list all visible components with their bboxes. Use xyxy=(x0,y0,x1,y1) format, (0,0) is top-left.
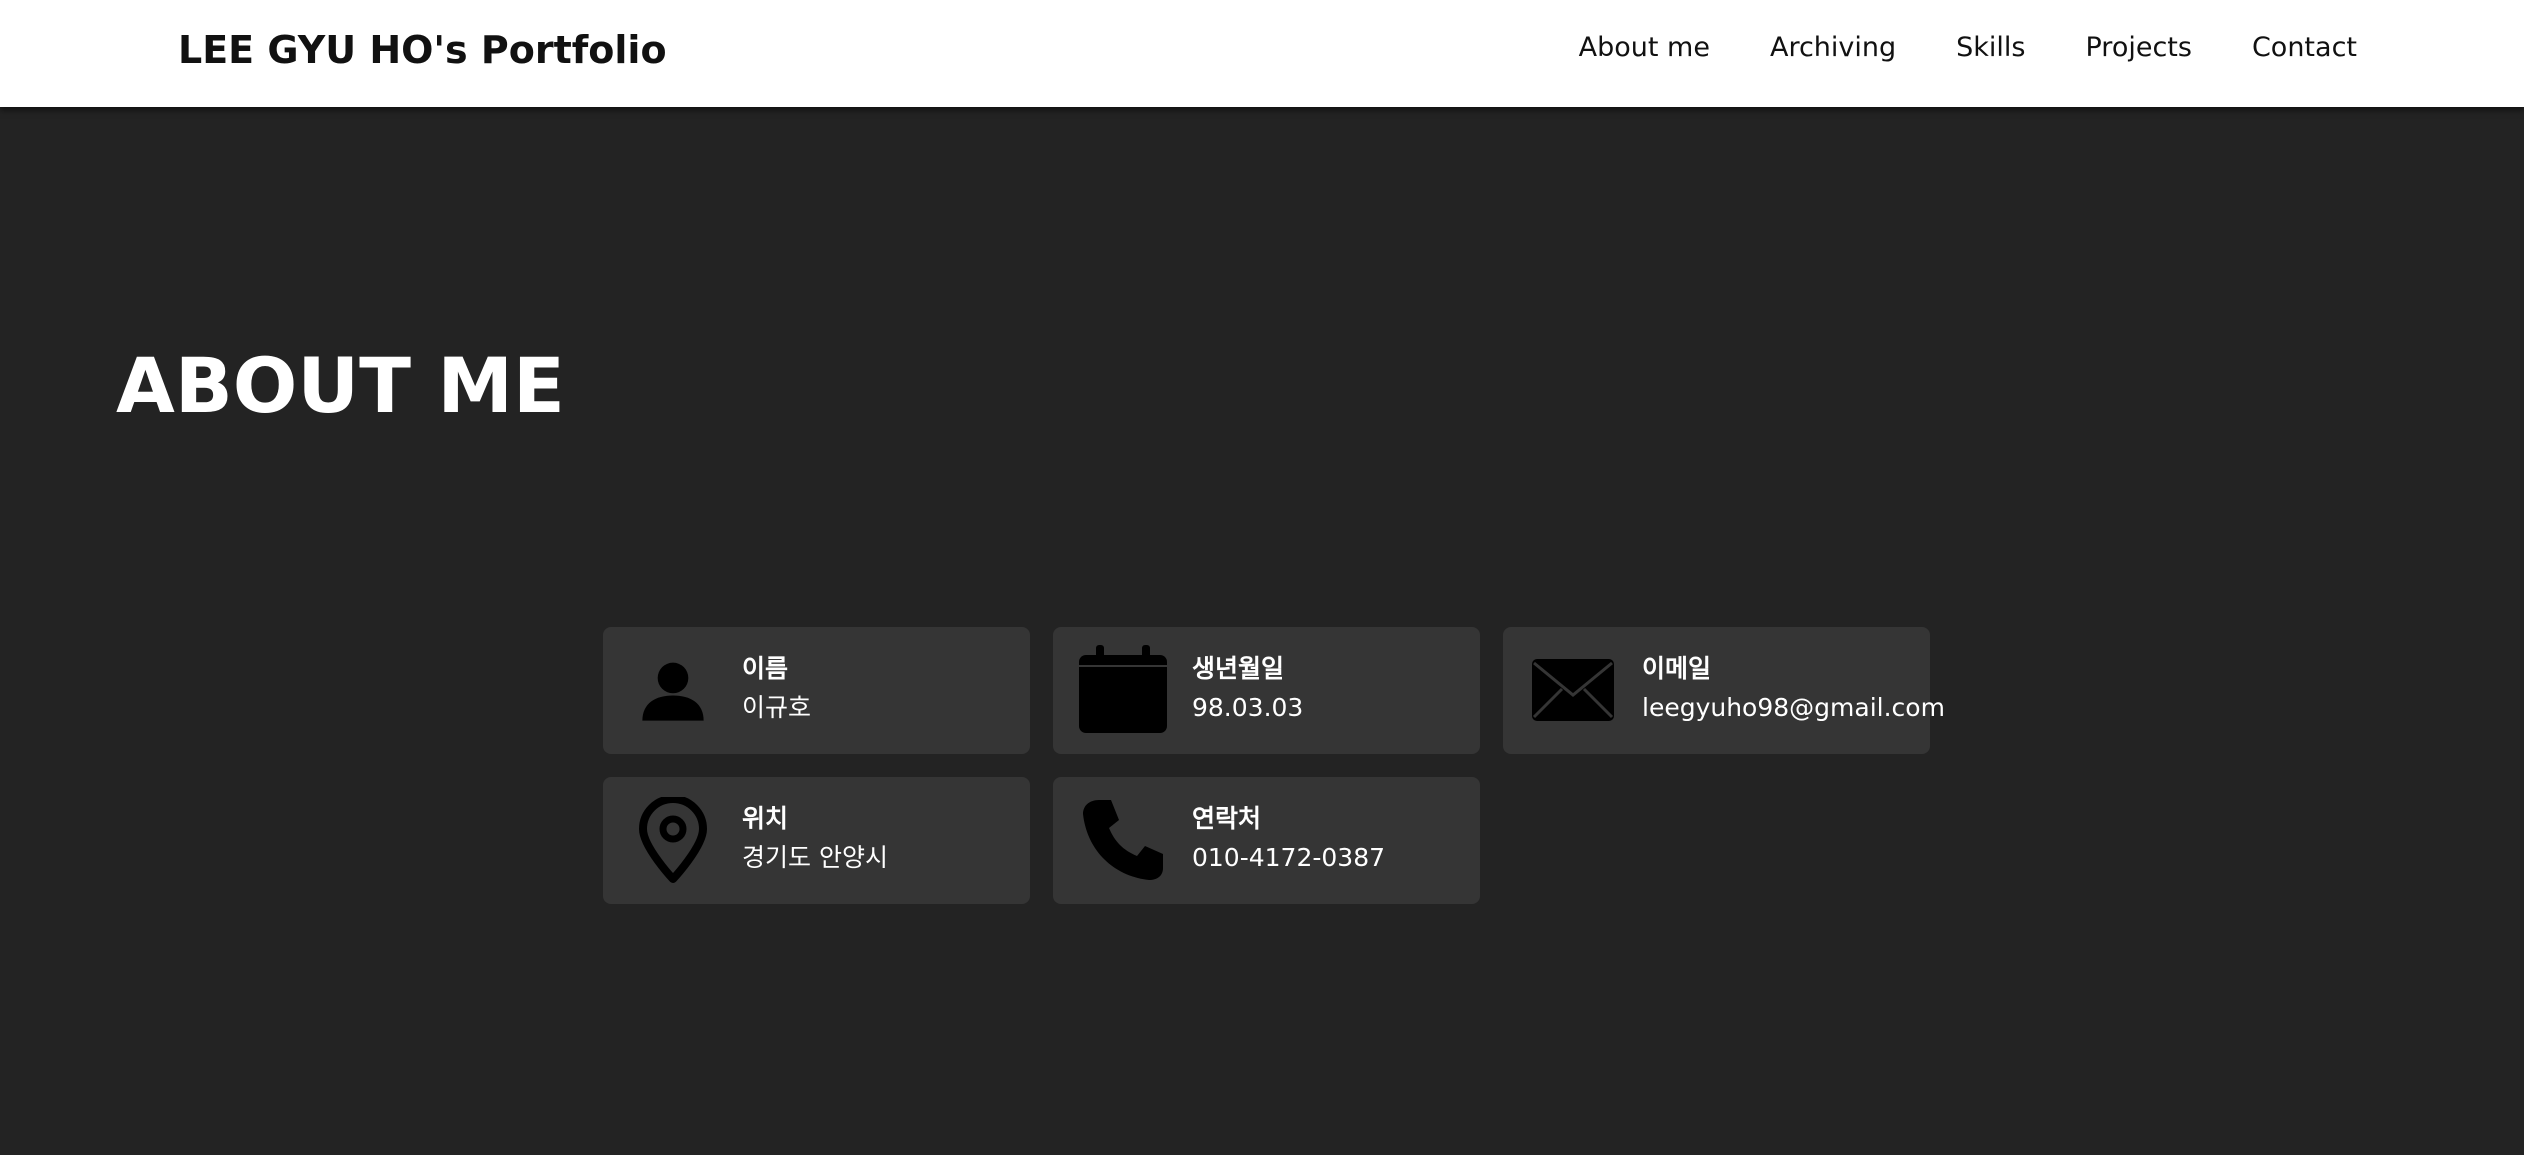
info-label: 이름 xyxy=(742,654,789,683)
info-card-phone: 연락처 010-4172-0387 xyxy=(1053,777,1480,904)
info-value[interactable]: leegyuho98@gmail.com xyxy=(1642,687,1945,729)
info-value: 경기도 안양시 xyxy=(742,843,888,872)
nav-projects[interactable]: Projects xyxy=(2086,28,2192,68)
info-value: 010-4172-0387 xyxy=(1192,843,1386,872)
site-brand[interactable]: LEE GYU HO's Portfolio xyxy=(178,28,667,72)
info-card-text: 위치 경기도 안양시 xyxy=(742,801,1022,879)
calendar-icon xyxy=(1078,645,1168,735)
main-nav: About me Archiving Skills Projects Conta… xyxy=(1579,28,2357,68)
info-card-text: 이메일 leegyuho98@gmail.com xyxy=(1642,651,1945,729)
info-label: 연락처 xyxy=(1192,804,1262,833)
info-card-text: 생년월일 98.03.03 xyxy=(1192,651,1472,729)
site-header: LEE GYU HO's Portfolio About me Archivin… xyxy=(0,0,2524,107)
info-value: 98.03.03 xyxy=(1192,693,1304,722)
info-card-email: 이메일 leegyuho98@gmail.com xyxy=(1503,627,1945,754)
location-pin-icon xyxy=(628,795,718,885)
info-label: 위치 xyxy=(742,804,789,833)
info-label: 이메일 xyxy=(1642,654,1712,683)
info-card-text: 연락처 010-4172-0387 xyxy=(1192,801,1472,879)
nav-skills[interactable]: Skills xyxy=(1956,28,2025,68)
info-value: 이규호 xyxy=(742,693,812,722)
about-info-cards: 이름 이규호 생년월일 98.03.03 이메일 leegyuho98@gmai… xyxy=(603,627,1945,904)
nav-about-me[interactable]: About me xyxy=(1579,28,1710,68)
person-icon xyxy=(628,645,718,735)
info-label: 생년월일 xyxy=(1192,654,1285,683)
phone-icon xyxy=(1078,795,1168,885)
nav-archiving[interactable]: Archiving xyxy=(1770,28,1896,68)
section-title: ABOUT ME xyxy=(116,341,565,430)
envelope-icon xyxy=(1528,645,1618,735)
info-card-location: 위치 경기도 안양시 xyxy=(603,777,1030,904)
info-card-text: 이름 이규호 xyxy=(742,651,1022,729)
info-card-birthdate: 생년월일 98.03.03 xyxy=(1053,627,1480,754)
nav-contact[interactable]: Contact xyxy=(2252,28,2357,68)
info-card-name: 이름 이규호 xyxy=(603,627,1030,754)
